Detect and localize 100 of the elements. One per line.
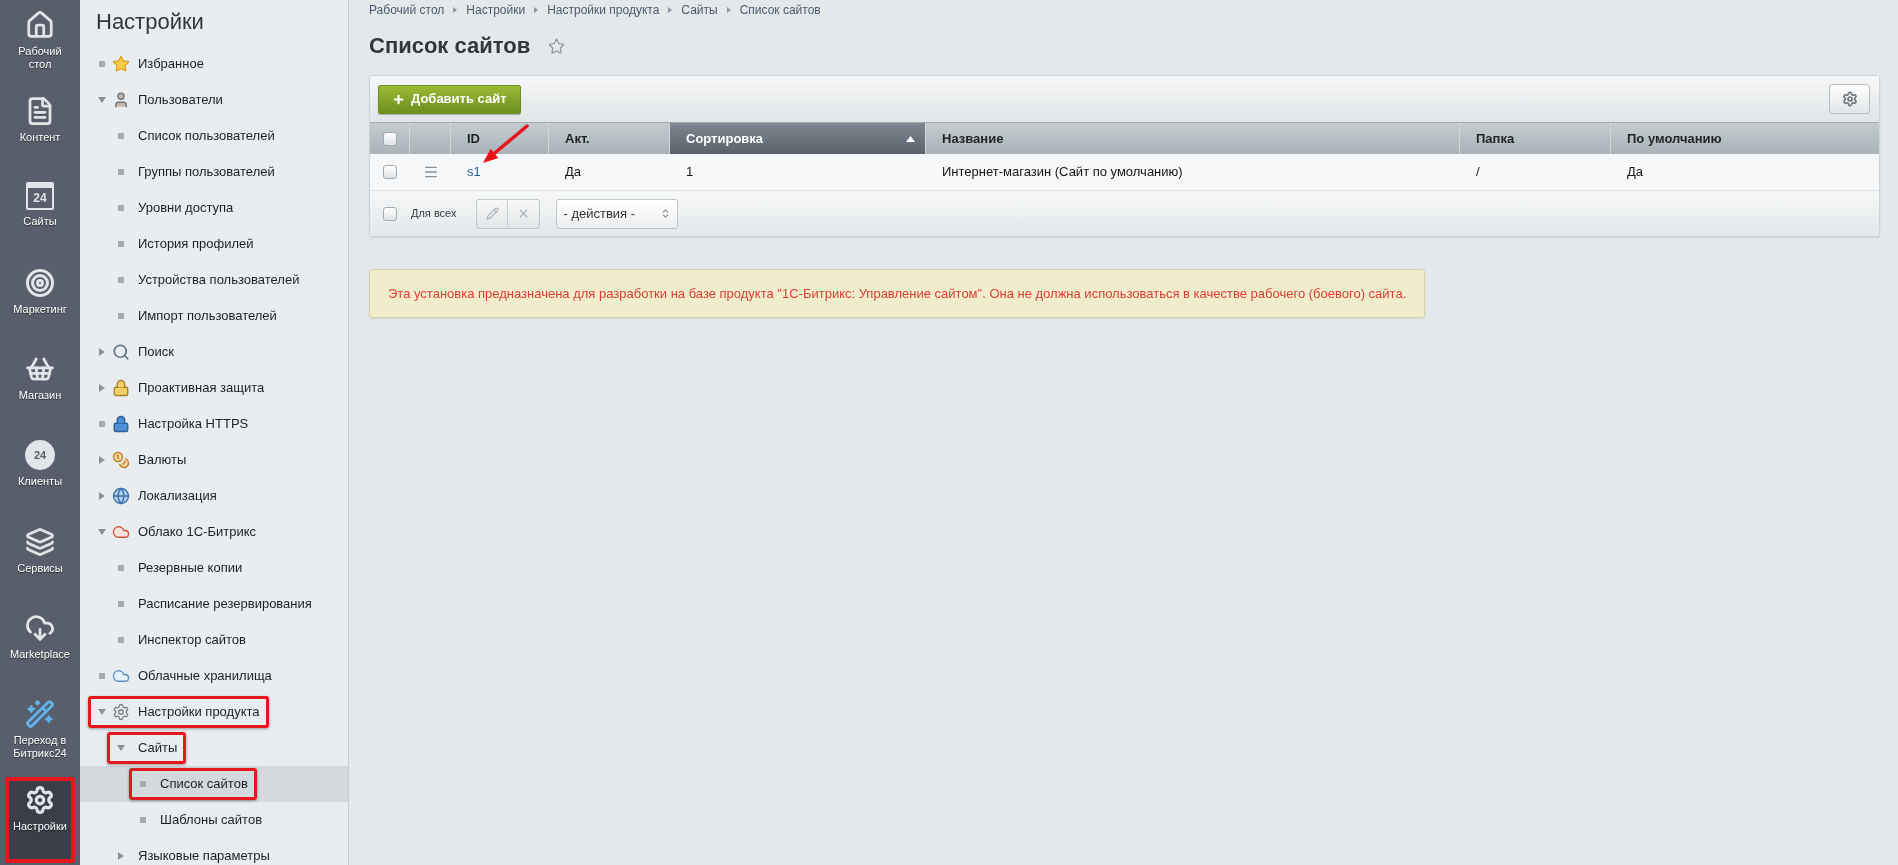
caret-right-icon[interactable] — [99, 492, 105, 500]
page-title: Список сайтов — [369, 32, 531, 60]
breadcrumb-separator-icon — [534, 7, 539, 13]
bullet-icon — [118, 205, 124, 211]
table-cell-text: / — [1476, 163, 1480, 182]
breadcrumb-separator-icon — [453, 7, 458, 13]
menu-item[interactable]: Облачные хранилища — [80, 658, 348, 694]
nav-item[interactable]: Контент — [5, 88, 75, 175]
bullet-icon — [118, 637, 124, 643]
checkbox[interactable] — [382, 131, 397, 146]
bullet-icon — [140, 781, 146, 787]
menu-item[interactable]: Валюты — [80, 442, 348, 478]
sort-up-icon — [906, 135, 915, 142]
nav-item[interactable]: Сервисы — [5, 518, 75, 605]
lock-icon — [112, 415, 130, 433]
gear-icon — [112, 703, 130, 721]
menu-item[interactable]: Список пользователей — [80, 118, 348, 154]
actions-select[interactable]: - действия - — [556, 198, 679, 229]
menu-item[interactable]: Избранное — [80, 46, 348, 82]
nav-item[interactable]: 24 Сайты — [5, 174, 75, 261]
caret-down-icon[interactable] — [98, 709, 106, 715]
caret-down-icon[interactable] — [98, 97, 106, 103]
user-icon — [112, 91, 130, 109]
menu-item[interactable]: Устройства пользователей — [80, 262, 348, 298]
calendar-badge: 24 — [26, 182, 54, 211]
table-cell-text: Интернет-магазин (Сайт по умолчанию) — [942, 163, 1183, 182]
breadcrumb-link[interactable]: Настройки — [466, 1, 526, 19]
cloud-icon — [112, 523, 130, 541]
settings-icon — [25, 784, 55, 815]
settings-button[interactable] — [1829, 84, 1870, 114]
layers-icon — [25, 526, 55, 557]
bullet-icon — [118, 313, 124, 319]
nav-item[interactable]: Рабочий стол — [5, 2, 75, 89]
menu-item[interactable]: Резервные копии — [80, 550, 348, 586]
menu-icon[interactable] — [422, 164, 439, 180]
menu-item[interactable]: Группы пользователей — [80, 154, 348, 190]
bullet-icon — [118, 565, 124, 571]
search-icon — [112, 343, 130, 361]
menu-item[interactable]: Шаблоны сайтов — [80, 802, 348, 838]
coins-icon — [112, 451, 130, 469]
checkbox[interactable] — [383, 206, 397, 221]
menu-item[interactable]: Пользователи — [80, 82, 348, 118]
menu-item[interactable]: Настройки продукта — [80, 694, 348, 730]
star-icon[interactable] — [548, 37, 566, 55]
breadcrumb-separator-icon — [668, 7, 673, 13]
nav-item[interactable]: Маркетинг — [5, 260, 75, 347]
house-icon — [25, 10, 55, 40]
pencil-icon — [486, 207, 499, 220]
breadcrumb-link[interactable]: Рабочий стол — [369, 1, 445, 19]
menu-item[interactable]: Инспектор сайтов — [80, 622, 348, 658]
bullet-icon — [140, 817, 146, 823]
column-header[interactable]: Сортировка — [670, 123, 926, 154]
bullet-icon — [118, 601, 124, 607]
breadcrumb-link[interactable]: Сайты — [681, 1, 718, 19]
column-header[interactable]: По умолчанию — [1611, 123, 1879, 154]
menu-item[interactable]: Языковые параметры — [80, 838, 348, 865]
menu-item[interactable]: Расписание резервирования — [80, 586, 348, 622]
caret-down-icon[interactable] — [98, 529, 106, 535]
nav-item[interactable]: Настройки — [5, 776, 75, 863]
site-id-link[interactable]: s1 — [467, 162, 481, 182]
notice-message: Эта установка предназначена для разработки на базе продукта "1С-Битрикс: Управление сайтом". Она не должна использоваться в качестве рабочего (боевого) сайта. — [369, 269, 1426, 318]
breadcrumb-link[interactable]: Список сайтов — [739, 1, 821, 19]
globe-icon — [112, 487, 130, 505]
nav-item[interactable]: Marketplace — [5, 604, 75, 691]
menu-item[interactable]: Облако 1С-Битрикс — [80, 514, 348, 550]
caret-right-icon[interactable] — [118, 852, 124, 860]
checkbox[interactable] — [383, 165, 397, 179]
menu-title: Настройки — [95, 8, 205, 36]
menu-item[interactable]: Уровни доступа — [80, 190, 348, 226]
bullet-icon — [99, 421, 105, 427]
bullet-icon — [99, 673, 105, 679]
lock-icon — [112, 379, 130, 397]
menu-item[interactable]: Поиск — [80, 334, 348, 370]
nav-item[interactable]: Переход в Битрикс24 — [5, 690, 75, 777]
cloud-download-icon — [25, 612, 55, 643]
table-cell-text: 1 — [686, 163, 694, 182]
breadcrumb-separator-icon — [726, 7, 731, 13]
menu-item[interactable]: Настройка HTTPS — [80, 406, 348, 442]
magic-wand-icon — [25, 698, 55, 729]
menu-item[interactable]: Сайты — [80, 730, 348, 766]
bullet-icon — [118, 277, 124, 283]
select-all-label: Для всех — [411, 206, 457, 222]
table-cell-text: Да — [1627, 163, 1644, 182]
nav-item[interactable]: Магазин — [5, 346, 75, 433]
table-cell-text: Да — [565, 163, 582, 182]
star-icon — [112, 55, 130, 73]
caret-down-icon[interactable] — [117, 745, 125, 751]
target-icon — [25, 268, 55, 299]
nav-item[interactable]: 24 Клиенты — [5, 432, 75, 519]
menu-item[interactable]: Импорт пользователей — [80, 298, 348, 334]
caret-right-icon[interactable] — [99, 348, 105, 356]
bullet-icon — [118, 133, 124, 139]
caret-right-icon[interactable] — [99, 456, 105, 464]
menu-item[interactable]: История профилей — [80, 226, 348, 262]
breadcrumb-link[interactable]: Настройки продукта — [547, 1, 660, 19]
menu-item[interactable]: Локализация — [80, 478, 348, 514]
menu-item[interactable]: Список сайтов — [80, 766, 348, 802]
caret-right-icon[interactable] — [99, 384, 105, 392]
plus-icon — [392, 92, 405, 106]
menu-item[interactable]: Проактивная защита — [80, 370, 348, 406]
